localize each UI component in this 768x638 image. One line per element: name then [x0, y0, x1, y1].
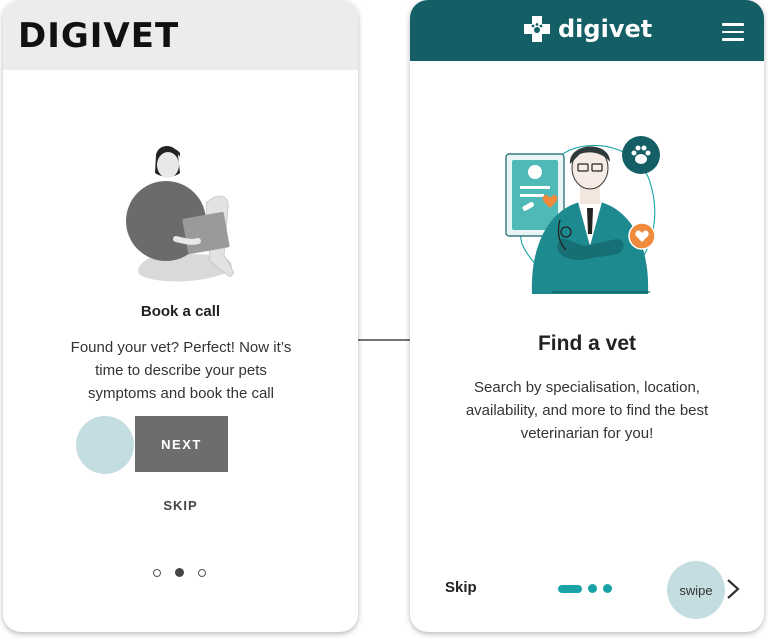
page-dot-1[interactable]: [153, 568, 161, 577]
heart-badge-icon: [628, 222, 656, 250]
skip-link[interactable]: Skip: [445, 579, 477, 596]
header: DIGIVET: [3, 0, 358, 70]
brand-logo: digivet: [522, 14, 652, 44]
description-text: Search by specialisation, location, avai…: [465, 379, 709, 442]
page-dot-3[interactable]: [603, 584, 612, 593]
page-dot-2-active[interactable]: [175, 568, 184, 577]
brand-name: digivet: [558, 15, 653, 43]
page-dot-3[interactable]: [198, 568, 206, 577]
page-dot-1-active[interactable]: [558, 584, 582, 593]
swipe-button[interactable]: swipe: [667, 561, 725, 619]
page-title: Find a vet: [537, 332, 637, 355]
description-text: Found your vet? Perfect! Now it’s time t…: [70, 339, 292, 402]
page-indicator: [153, 568, 206, 577]
paw-badge-icon: [622, 136, 660, 174]
header: digivet: [410, 0, 764, 61]
brand-wordmark: DIGIVET: [18, 16, 180, 56]
hamburger-menu-icon[interactable]: [722, 23, 744, 46]
page-indicator: [558, 584, 612, 593]
onboarding-screen-find-vet: digivet Find a vet Search by specialisat…: [410, 0, 764, 632]
progress-circle: [76, 416, 134, 474]
skip-link[interactable]: SKIP: [3, 498, 358, 513]
next-button[interactable]: NEXT: [135, 416, 228, 472]
chevron-right-icon[interactable]: [726, 578, 740, 600]
page-dot-2[interactable]: [588, 584, 597, 593]
person-with-laptop-illustration: [126, 146, 235, 282]
swipe-label: swipe: [679, 582, 713, 598]
medical-cross-icon: [524, 16, 550, 42]
page-title: Book a call: [140, 303, 221, 320]
onboarding-screen-book-call: DIGIVET Book a call Found your vet? Perf…: [3, 0, 358, 632]
